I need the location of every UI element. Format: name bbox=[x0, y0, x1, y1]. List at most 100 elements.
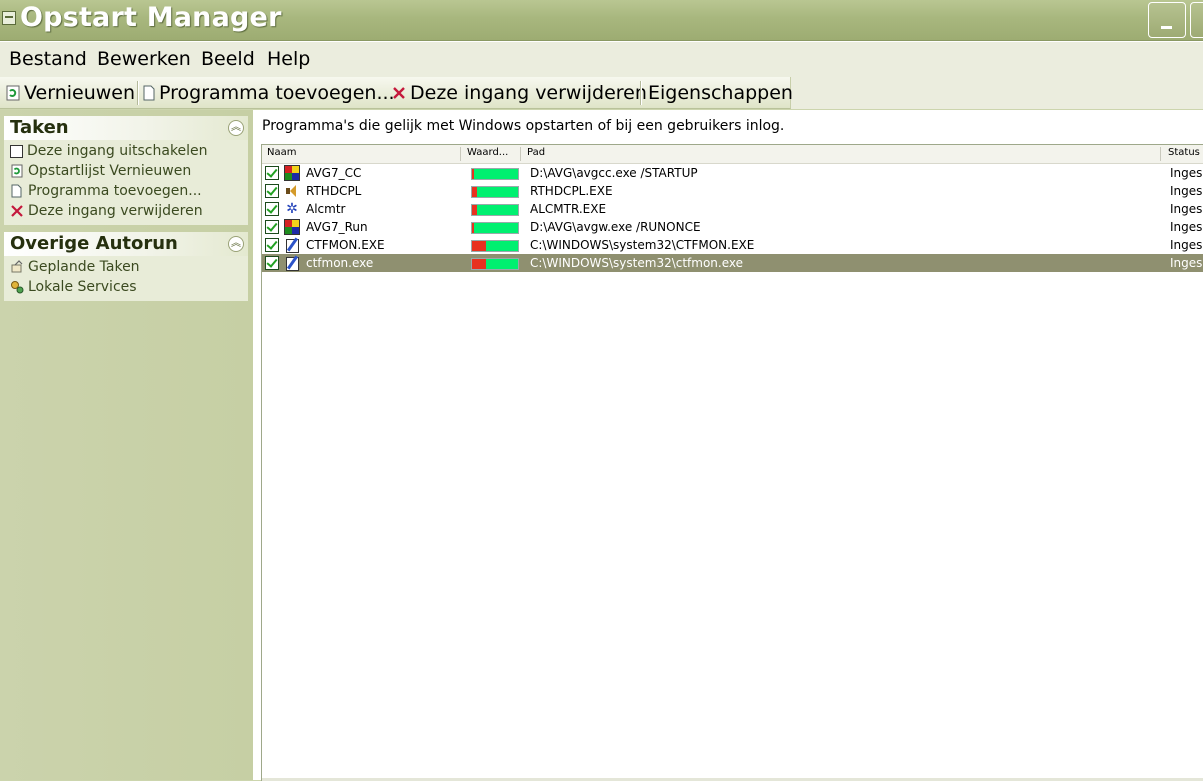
cell-name: CTFMON.EXE bbox=[306, 238, 385, 252]
menu-bewerken[interactable]: Bewerken bbox=[97, 48, 191, 70]
value-bar bbox=[471, 168, 519, 180]
table-row[interactable]: CTFMON.EXE C:\WINDOWS\system32\CTFMON.EXE… bbox=[262, 236, 1203, 254]
enabled-checkbox[interactable] bbox=[265, 184, 279, 198]
delete-entry-label: Deze ingang verwijderen bbox=[410, 82, 647, 104]
properties-label: Eigenschappen bbox=[648, 82, 793, 104]
cell-name: AVG7_CC bbox=[306, 166, 362, 180]
tasks-group-header[interactable]: Taken ︽ bbox=[4, 116, 248, 140]
title-bar[interactable]: Opstart Manager bbox=[0, 0, 1203, 41]
alcmtr-icon: ✲ bbox=[286, 201, 298, 217]
delete-x-icon bbox=[393, 87, 405, 99]
table-row[interactable]: RTHDCPL RTHDCPL.EXE Ingesc bbox=[262, 182, 1203, 200]
value-bar-fill bbox=[472, 169, 474, 179]
column-divider[interactable] bbox=[520, 147, 521, 161]
value-bar bbox=[471, 204, 519, 216]
cell-status: Ingesc bbox=[1170, 220, 1203, 234]
cell-path: D:\AVG\avgcc.exe /STARTUP bbox=[530, 166, 698, 180]
task-label: Deze ingang verwijderen bbox=[28, 203, 203, 219]
table-row[interactable]: AVG7_Run D:\AVG\avgw.exe /RUNONCE Ingesc bbox=[262, 218, 1203, 236]
menu-beeld[interactable]: Beeld bbox=[201, 48, 255, 70]
task-delete-entry[interactable]: Deze ingang verwijderen bbox=[10, 203, 203, 219]
pen-icon bbox=[284, 237, 300, 253]
task-refresh-list[interactable]: Opstartlijst Vernieuwen bbox=[10, 163, 191, 179]
delete-x-icon bbox=[11, 205, 23, 217]
menu-bestand[interactable]: Bestand bbox=[9, 48, 87, 70]
column-header-path[interactable]: Pad bbox=[527, 147, 545, 158]
main-panel: Programma's die gelijk met Windows opsta… bbox=[253, 110, 1203, 781]
enabled-checkbox[interactable] bbox=[265, 256, 279, 270]
column-header-status[interactable]: Status bbox=[1168, 147, 1200, 158]
maximize-button[interactable] bbox=[1190, 2, 1203, 38]
task-label: Deze ingang uitschakelen bbox=[27, 143, 208, 159]
cell-status: Ingesc bbox=[1170, 202, 1203, 216]
toolbar: Vernieuwen Programma toevoegen... Deze i… bbox=[0, 77, 793, 109]
other-autorun-group-title: Overige Autorun bbox=[10, 233, 178, 254]
refresh-icon bbox=[6, 85, 20, 101]
app-icon[interactable] bbox=[2, 11, 16, 25]
cell-path: RTHDCPL.EXE bbox=[530, 184, 613, 198]
table-row[interactable]: ctfmon.exe C:\WINDOWS\system32\ctfmon.exe… bbox=[262, 254, 1203, 272]
add-program-button[interactable]: Programma toevoegen... bbox=[143, 80, 395, 106]
task-scheduled-tasks[interactable]: Geplande Taken bbox=[10, 259, 140, 275]
properties-button[interactable]: Eigenschappen bbox=[648, 80, 793, 106]
column-header-name[interactable]: Naam bbox=[267, 147, 296, 158]
column-divider[interactable] bbox=[1160, 147, 1161, 161]
cell-name: RTHDCPL bbox=[306, 184, 362, 198]
checkbox-icon bbox=[10, 144, 23, 158]
cell-name: AVG7_Run bbox=[306, 220, 368, 234]
task-local-services[interactable]: Lokale Services bbox=[10, 279, 137, 295]
tasks-group-body: Deze ingang uitschakelen Opstartlijst Ve… bbox=[4, 140, 248, 225]
table-row[interactable]: ✲ Alcmtr ALCMTR.EXE Ingesc bbox=[262, 200, 1203, 218]
task-disable-entry[interactable]: Deze ingang uitschakelen bbox=[10, 143, 208, 159]
delete-entry-button[interactable]: Deze ingang verwijderen bbox=[392, 80, 647, 106]
list-header: Naam Waard... Pad Status bbox=[262, 145, 1203, 164]
speaker-icon bbox=[284, 183, 300, 199]
task-label: Geplande Taken bbox=[28, 259, 140, 275]
pen-icon bbox=[284, 255, 300, 271]
column-divider[interactable] bbox=[460, 147, 461, 161]
enabled-checkbox[interactable] bbox=[265, 220, 279, 234]
minimize-icon bbox=[1161, 26, 1172, 29]
collapse-chevron-icon[interactable]: ︽ bbox=[228, 120, 244, 136]
cell-path: D:\AVG\avgw.exe /RUNONCE bbox=[530, 220, 701, 234]
new-document-icon bbox=[11, 184, 22, 198]
startup-list[interactable]: Naam Waard... Pad Status AVG7_CC D:\AVG\a… bbox=[261, 144, 1203, 781]
cell-name: ctfmon.exe bbox=[306, 256, 374, 270]
cell-status: Ingesc bbox=[1170, 256, 1203, 270]
value-bar bbox=[471, 222, 519, 234]
value-bar bbox=[471, 258, 519, 270]
value-bar-fill bbox=[472, 223, 474, 233]
scheduled-tasks-icon bbox=[11, 260, 23, 273]
task-add-program[interactable]: Programma toevoegen... bbox=[10, 183, 202, 199]
enabled-checkbox[interactable] bbox=[265, 238, 279, 252]
refresh-button[interactable]: Vernieuwen bbox=[6, 80, 135, 106]
task-label: Programma toevoegen... bbox=[28, 183, 202, 199]
value-bar bbox=[471, 186, 519, 198]
add-program-label: Programma toevoegen... bbox=[159, 82, 395, 104]
refresh-label: Vernieuwen bbox=[24, 82, 136, 104]
menu-help[interactable]: Help bbox=[267, 48, 310, 70]
refresh-icon bbox=[11, 164, 23, 178]
cell-status: Ingesc bbox=[1170, 238, 1203, 252]
value-bar bbox=[471, 240, 519, 252]
value-bar-fill bbox=[472, 259, 486, 269]
services-gear-icon bbox=[11, 281, 24, 294]
tasks-group-title: Taken bbox=[10, 117, 69, 138]
cell-path: ALCMTR.EXE bbox=[530, 202, 607, 216]
avg-icon bbox=[284, 219, 300, 235]
enabled-checkbox[interactable] bbox=[265, 166, 279, 180]
other-autorun-group-body: Geplande Taken Lokale Services bbox=[4, 256, 248, 301]
column-header-value[interactable]: Waard... bbox=[467, 147, 508, 158]
toolbar-separator bbox=[640, 81, 642, 105]
menu-bar: Bestand Bewerken Beeld Help bbox=[0, 41, 1203, 76]
avg-icon bbox=[284, 165, 300, 181]
enabled-checkbox[interactable] bbox=[265, 202, 279, 216]
other-autorun-group-header[interactable]: Overige Autorun ︽ bbox=[4, 232, 248, 256]
cell-status: Ingesc bbox=[1170, 184, 1203, 198]
collapse-chevron-icon[interactable]: ︽ bbox=[228, 236, 244, 252]
task-pane: Taken ︽ Deze ingang uitschakelen Opstart… bbox=[0, 110, 253, 780]
minimize-button[interactable] bbox=[1148, 2, 1186, 38]
task-label: Lokale Services bbox=[28, 279, 137, 295]
table-row[interactable]: AVG7_CC D:\AVG\avgcc.exe /STARTUP Ingesc bbox=[262, 164, 1203, 182]
cell-name: Alcmtr bbox=[306, 202, 346, 216]
